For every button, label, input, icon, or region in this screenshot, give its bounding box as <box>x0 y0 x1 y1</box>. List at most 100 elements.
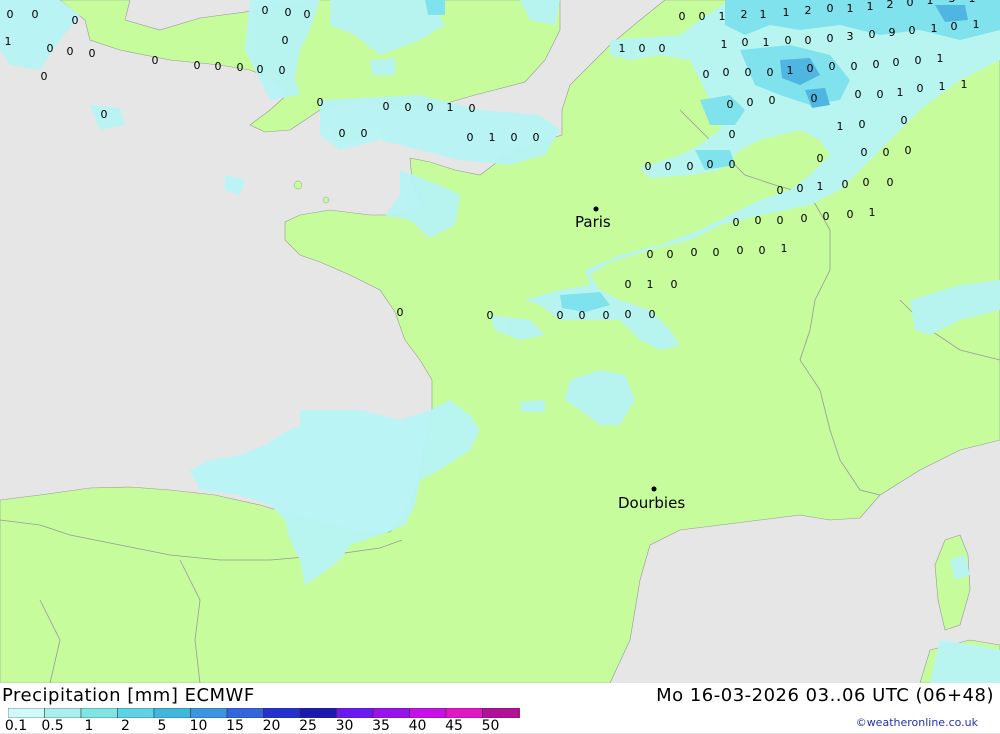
precipitation-value: 1 <box>973 18 980 31</box>
precipitation-value: 1 <box>721 38 728 51</box>
color-scale-swatch <box>226 708 264 718</box>
precipitation-value: 2 <box>741 8 748 21</box>
color-scale-label: 35 <box>372 718 390 734</box>
precipitation-value: 1 <box>619 42 626 55</box>
precipitation-value: 0 <box>279 64 286 77</box>
precipitation-value: 0 <box>557 309 564 322</box>
precipitation-value: 0 <box>679 10 686 23</box>
map-title: Precipitation [mm] ECMWF <box>2 685 255 706</box>
precipitation-value: 0 <box>769 94 776 107</box>
precipitation-value: 0 <box>41 70 48 83</box>
precipitation-value: 0 <box>842 178 849 191</box>
precipitation-value: 0 <box>869 28 876 41</box>
city-label-dourbies: Dourbies <box>618 494 685 512</box>
precipitation-value: 0 <box>917 82 924 95</box>
precipitation-value: 2 <box>805 4 812 17</box>
precipitation-value: 0 <box>361 127 368 140</box>
precipitation-value: 0 <box>89 47 96 60</box>
precipitation-value: 1 <box>447 101 454 114</box>
precipitation-value: 0 <box>797 182 804 195</box>
precipitation-value: 2 <box>887 0 894 11</box>
precipitation-value: 0 <box>67 45 74 58</box>
precipitation-value: 0 <box>262 4 269 17</box>
precipitation-value: 0 <box>703 68 710 81</box>
precipitation-value: 0 <box>861 146 868 159</box>
precipitation-value: 0 <box>647 248 654 261</box>
precipitation-value: 0 <box>671 278 678 291</box>
precipitation-value: 0 <box>785 34 792 47</box>
precipitation-value: 1 <box>781 242 788 255</box>
precipitation-value: 0 <box>767 66 774 79</box>
precipitation-value: 1 <box>783 6 790 19</box>
precipitation-value: 0 <box>687 160 694 173</box>
precipitation-value: 0 <box>713 246 720 259</box>
precipitation-value: 0 <box>667 248 674 261</box>
precipitation-value: 0 <box>801 212 808 225</box>
precipitation-value: 0 <box>905 144 912 157</box>
precipitation-value: 0 <box>847 208 854 221</box>
precipitation-value: 1 <box>489 131 496 144</box>
precipitation-value: 0 <box>339 127 346 140</box>
color-scale-swatch <box>117 708 155 718</box>
color-scale-label: 20 <box>262 718 281 734</box>
color-scale-swatch <box>153 708 191 718</box>
color-scale-label: 30 <box>335 718 354 734</box>
precipitation-value: 0 <box>951 20 958 33</box>
color-scale-label: 50 <box>481 718 500 734</box>
precipitation-value: 1 <box>897 86 904 99</box>
precipitation-value: 0 <box>639 42 646 55</box>
precipitation-value: 0 <box>729 128 736 141</box>
precipitation-value: 0 <box>807 62 814 75</box>
precipitation-value: 0 <box>729 158 736 171</box>
precipitation-value: 0 <box>727 98 734 111</box>
color-scale-swatch <box>336 708 374 718</box>
precipitation-value: 0 <box>745 66 752 79</box>
precipitation-value: 0 <box>659 42 666 55</box>
map-footer: Precipitation [mm] ECMWF Mo 16-03-2026 0… <box>0 683 1000 734</box>
precipitation-value: 0 <box>873 58 880 71</box>
color-scale-label: 40 <box>408 718 427 734</box>
color-scale-label: 2 <box>121 718 130 734</box>
color-scale-swatch <box>482 708 520 718</box>
color-scale-swatch <box>372 708 410 718</box>
precipitation-value: 0 <box>887 176 894 189</box>
precipitation-value: 0 <box>811 92 818 105</box>
precipitation-value: 3 <box>949 0 956 5</box>
precipitation-value: 0 <box>805 34 812 47</box>
color-scale-labels: 0.1 0.5 1 2 5 10 15 20 25 30 35 40 45 50 <box>0 718 520 734</box>
precipitation-map: 0000100000000000000000001000010010000121… <box>0 0 1000 683</box>
precipitation-value: 3 <box>847 30 854 43</box>
color-scale-arrow <box>519 708 520 718</box>
precipitation-value: 1 <box>787 64 794 77</box>
precipitation-value: 0 <box>907 0 914 9</box>
precipitation-value: 0 <box>909 24 916 37</box>
credit-link[interactable]: ©weatheronline.co.uk <box>856 716 978 729</box>
precipitation-value: 0 <box>47 42 54 55</box>
precipitation-value: 0 <box>665 160 672 173</box>
precipitation-value: 0 <box>893 56 900 69</box>
precipitation-value: 0 <box>625 278 632 291</box>
precipitation-value: 0 <box>777 214 784 227</box>
color-scale-swatch <box>8 708 45 718</box>
precipitation-value: 0 <box>691 246 698 259</box>
precipitation-value: 0 <box>579 309 586 322</box>
precipitation-value: 1 <box>817 180 824 193</box>
precipitation-value: 0 <box>237 61 244 74</box>
precipitation-value: 0 <box>645 160 652 173</box>
precipitation-value: 0 <box>7 8 14 21</box>
precipitation-value: 0 <box>733 216 740 229</box>
color-scale-label: 1 <box>84 718 94 734</box>
precipitation-value: 0 <box>755 214 762 227</box>
precipitation-value: 1 <box>719 10 726 23</box>
city-label-paris: Paris <box>575 213 611 231</box>
precipitation-value: 0 <box>72 14 79 27</box>
precipitation-value: 0 <box>194 59 201 72</box>
precipitation-value: 0 <box>282 34 289 47</box>
precipitation-value: 1 <box>961 78 968 91</box>
precipitation-value: 0 <box>915 54 922 67</box>
precipitation-value: 1 <box>5 35 12 48</box>
color-scale-label: 0.5 <box>41 718 64 734</box>
precipitation-value: 0 <box>859 118 866 131</box>
precipitation-value: 0 <box>707 158 714 171</box>
precipitation-value: 0 <box>723 66 730 79</box>
